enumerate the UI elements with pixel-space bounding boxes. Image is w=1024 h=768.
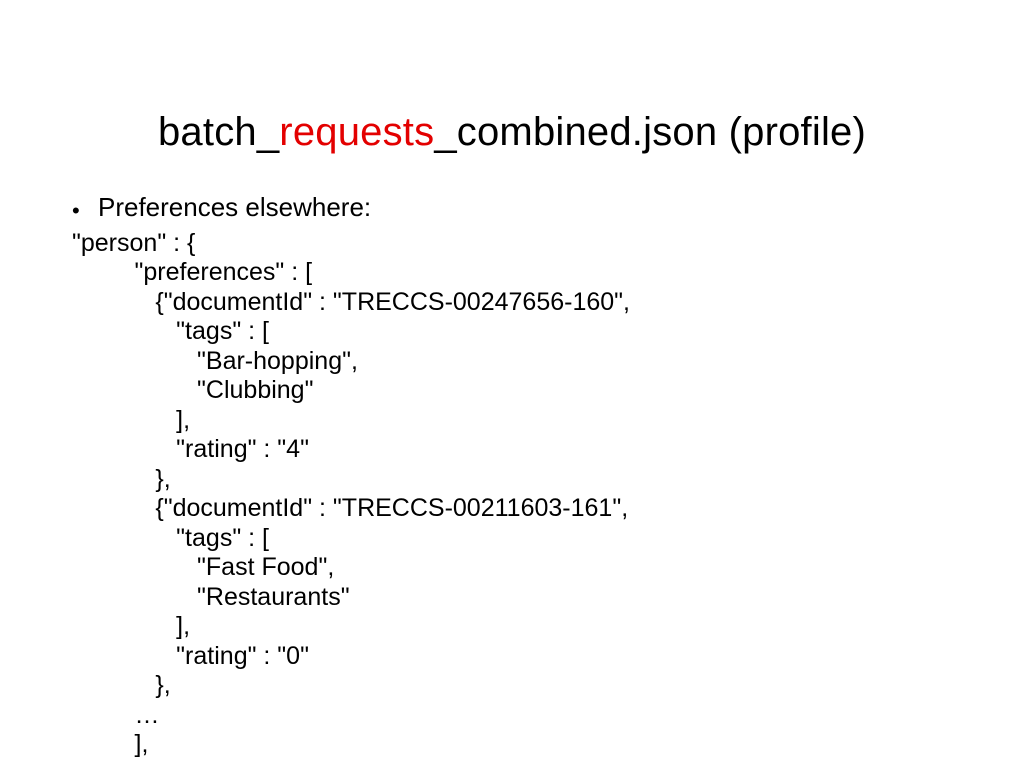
bullet-text: Preferences elsewhere: [98, 192, 371, 223]
slide-body: • Preferences elsewhere: "person" : { "p… [72, 192, 964, 760]
bullet-item: • Preferences elsewhere: [72, 192, 964, 225]
slide-title: batch_requests_combined.json (profile) [0, 110, 1024, 155]
bullet-icon: • [72, 192, 98, 225]
title-segment-highlight: requests [279, 110, 434, 154]
title-segment-3: _combined.json (profile) [434, 110, 866, 154]
slide: batch_requests_combined.json (profile) •… [0, 0, 1024, 768]
code-snippet: "person" : { "preferences" : [ {"documen… [72, 229, 964, 760]
title-segment-1: batch_ [158, 110, 279, 154]
